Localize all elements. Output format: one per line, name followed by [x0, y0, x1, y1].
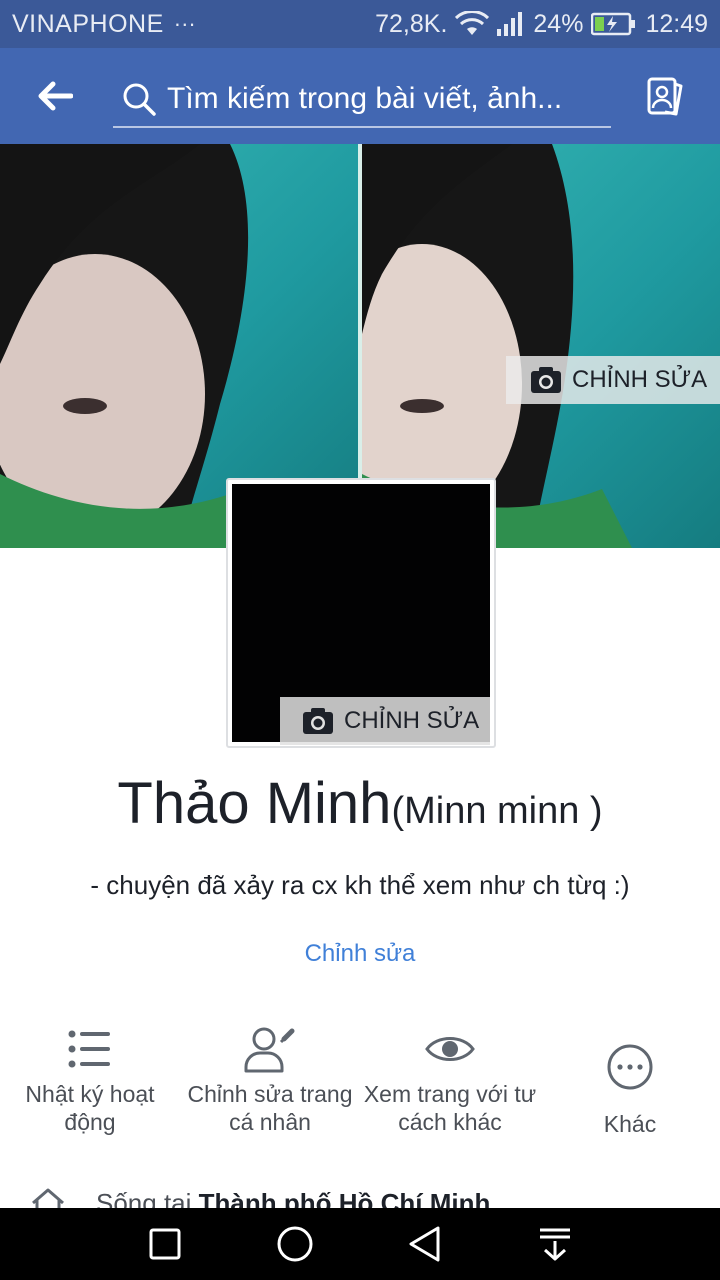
- activity-log-label: Nhật ký hoạt động: [25, 1081, 155, 1135]
- carrier-name: VINAPHONE: [12, 9, 164, 38]
- more-label: Khác: [603, 1111, 657, 1137]
- battery-charging-icon: [591, 12, 636, 36]
- wifi-icon: [455, 11, 490, 35]
- edit-profile-label: Chỉnh sửa trang cá nhân: [187, 1081, 353, 1135]
- data-rate: 72,8K.: [375, 9, 448, 38]
- profile-name-main: Thảo Minh: [117, 771, 392, 836]
- edit-avatar-label: CHỈNH SỬA: [344, 707, 480, 734]
- search-input[interactable]: Tìm kiếm trong bài viết, ảnh...: [113, 72, 611, 128]
- search-icon: [123, 83, 156, 116]
- back-triangle-icon: [409, 1226, 440, 1262]
- activity-log-button[interactable]: Nhật ký hoạt động: [0, 1020, 180, 1150]
- more-icon: [607, 1044, 653, 1090]
- profile-switch-button[interactable]: [640, 72, 690, 120]
- home-nav-button[interactable]: [265, 1214, 325, 1274]
- view-as-button[interactable]: Xem trang với tư cách khác: [360, 1020, 540, 1150]
- edit-cover-label: CHỈNH SỬA: [572, 366, 708, 393]
- status-overflow: ···: [173, 11, 196, 36]
- home-circle-icon: [277, 1226, 313, 1262]
- battery-percent: 24%: [533, 9, 584, 38]
- recent-apps-button[interactable]: [135, 1214, 195, 1274]
- view-as-label: Xem trang với tư cách khác: [363, 1081, 537, 1135]
- profile-alternate-name: (Minn minn ): [391, 790, 603, 832]
- status-bar: VINAPHONE ··· 72,8K. 24% 12:49: [0, 0, 720, 48]
- profile-name: Thảo Minh(Minn minn ): [0, 770, 720, 837]
- arrow-left-icon: [38, 81, 73, 111]
- back-button[interactable]: [30, 74, 80, 118]
- notifications-pull-button[interactable]: [525, 1214, 585, 1274]
- clock: 12:49: [645, 9, 708, 38]
- system-nav-bar: [0, 1208, 720, 1280]
- profile-bio: - chuyện đã xảy ra cx kh thể xem như ch …: [90, 870, 630, 900]
- edit-profile-icon: [244, 1027, 295, 1073]
- profile-actions: Nhật ký hoạt động Chỉnh sửa trang cá nhâ…: [0, 1020, 720, 1150]
- camera-icon: [303, 708, 333, 734]
- status-right: 72,8K. 24% 12:49: [375, 10, 708, 39]
- activity-log-icon: [68, 1030, 110, 1068]
- signal-icon: [497, 12, 523, 36]
- edit-cover-button[interactable]: CHỈNH SỬA: [506, 356, 720, 404]
- back-nav-button[interactable]: [395, 1214, 455, 1274]
- notifications-pull-icon: [540, 1228, 570, 1261]
- edit-profile-button[interactable]: Chỉnh sửa trang cá nhân: [180, 1020, 360, 1150]
- search-placeholder: Tìm kiếm trong bài viết, ảnh...: [167, 82, 563, 115]
- recent-apps-icon: [149, 1228, 181, 1260]
- edit-bio-row: Chỉnh sửa: [0, 940, 720, 968]
- view-as-icon: [425, 1037, 475, 1061]
- more-button[interactable]: Khác: [540, 1020, 720, 1150]
- edit-bio-link[interactable]: Chỉnh sửa: [305, 940, 416, 967]
- edit-avatar-button[interactable]: CHỈNH SỬA: [280, 697, 490, 745]
- camera-icon: [531, 367, 561, 393]
- profile-switch-icon: [647, 77, 683, 116]
- app-header: Tìm kiếm trong bài viết, ảnh...: [0, 48, 720, 144]
